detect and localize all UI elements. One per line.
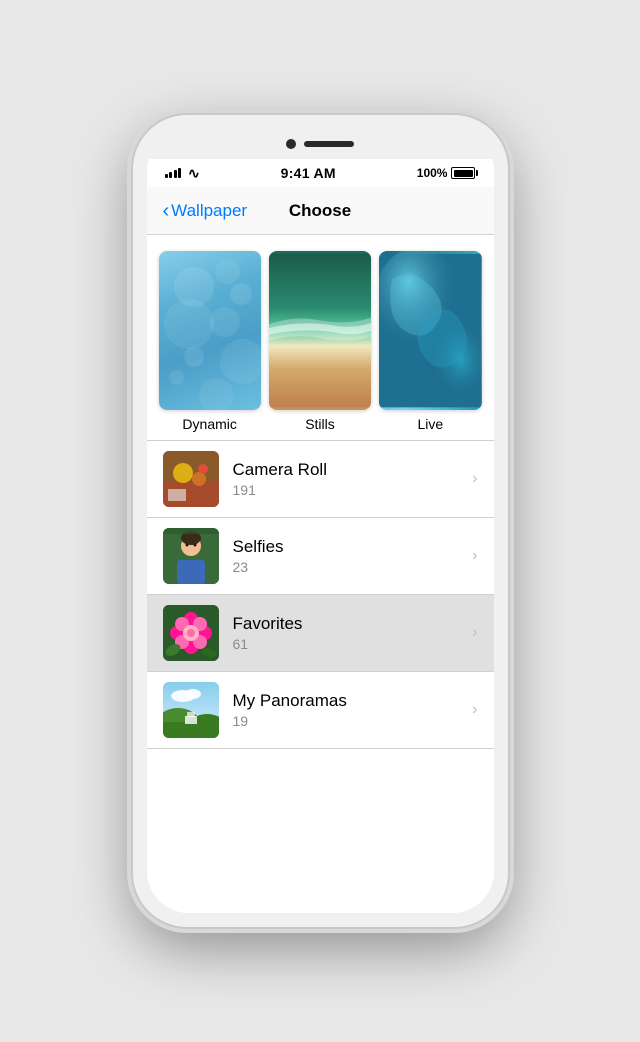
selfies-chevron: › [472,547,477,565]
selfies-count: 23 [233,559,473,575]
camera-roll-name: Camera Roll [233,460,473,480]
phone-device: ∿ 9:41 AM 100% ‹ Wallpaper [133,115,508,927]
panoramas-thumbnail [163,682,219,738]
album-list: Camera Roll 191 › [147,441,494,749]
album-selfies[interactable]: Selfies 23 › [147,518,494,595]
camera-roll-info: Camera Roll 191 [233,460,473,498]
signal-bar-1 [165,174,168,178]
signal-bar-3 [174,170,177,178]
stills-thumbnail [269,251,371,410]
selfies-thumbnail [163,528,219,584]
camera-roll-chevron: › [472,470,477,488]
live-label: Live [417,416,443,432]
phone-screen-frame: ∿ 9:41 AM 100% ‹ Wallpaper [147,129,494,913]
main-content: Dynamic [147,235,494,913]
screen-content: ∿ 9:41 AM 100% ‹ Wallpaper [147,159,494,913]
speaker-icon [304,141,354,147]
favorites-name: Favorites [233,614,473,634]
album-panoramas[interactable]: My Panoramas 19 › [147,672,494,749]
chevron-left-icon: ‹ [163,201,170,221]
favorites-info: Favorites 61 [233,614,473,652]
battery-percent-label: 100% [417,166,448,180]
dynamic-thumbnail [159,251,261,410]
selfies-info: Selfies 23 [233,537,473,575]
wallpaper-grid: Dynamic [147,235,494,440]
status-left: ∿ [165,165,200,182]
status-right: 100% [417,166,476,180]
page-title: Choose [289,201,351,221]
front-camera-icon [286,139,296,149]
back-button[interactable]: ‹ Wallpaper [163,201,248,221]
panoramas-name: My Panoramas [233,691,473,711]
dynamic-label: Dynamic [182,416,236,432]
navigation-bar: ‹ Wallpaper Choose [147,187,494,235]
favorites-count: 61 [233,636,473,652]
favorites-thumbnail [163,605,219,661]
live-thumbnail [379,251,481,410]
favorites-chevron: › [472,624,477,642]
notch-area [147,129,494,159]
album-camera-roll[interactable]: Camera Roll 191 › [147,441,494,518]
signal-bar-2 [169,172,172,178]
panoramas-chevron: › [472,701,477,719]
selfies-name: Selfies [233,537,473,557]
status-time: 9:41 AM [281,165,336,181]
signal-bar-4 [178,168,181,178]
status-bar: ∿ 9:41 AM 100% [147,159,494,187]
wallpaper-dynamic[interactable]: Dynamic [159,251,261,432]
back-label: Wallpaper [171,201,247,221]
camera-roll-thumbnail [163,451,219,507]
camera-roll-count: 191 [233,482,473,498]
signal-icon [165,168,182,178]
panoramas-info: My Panoramas 19 [233,691,473,729]
wifi-icon: ∿ [188,165,200,182]
album-favorites[interactable]: Favorites 61 › [147,595,494,672]
stills-label: Stills [305,416,335,432]
wallpaper-live[interactable]: Live [379,251,481,432]
battery-icon [451,167,475,179]
panoramas-count: 19 [233,713,473,729]
wallpaper-stills[interactable]: Stills [269,251,371,432]
